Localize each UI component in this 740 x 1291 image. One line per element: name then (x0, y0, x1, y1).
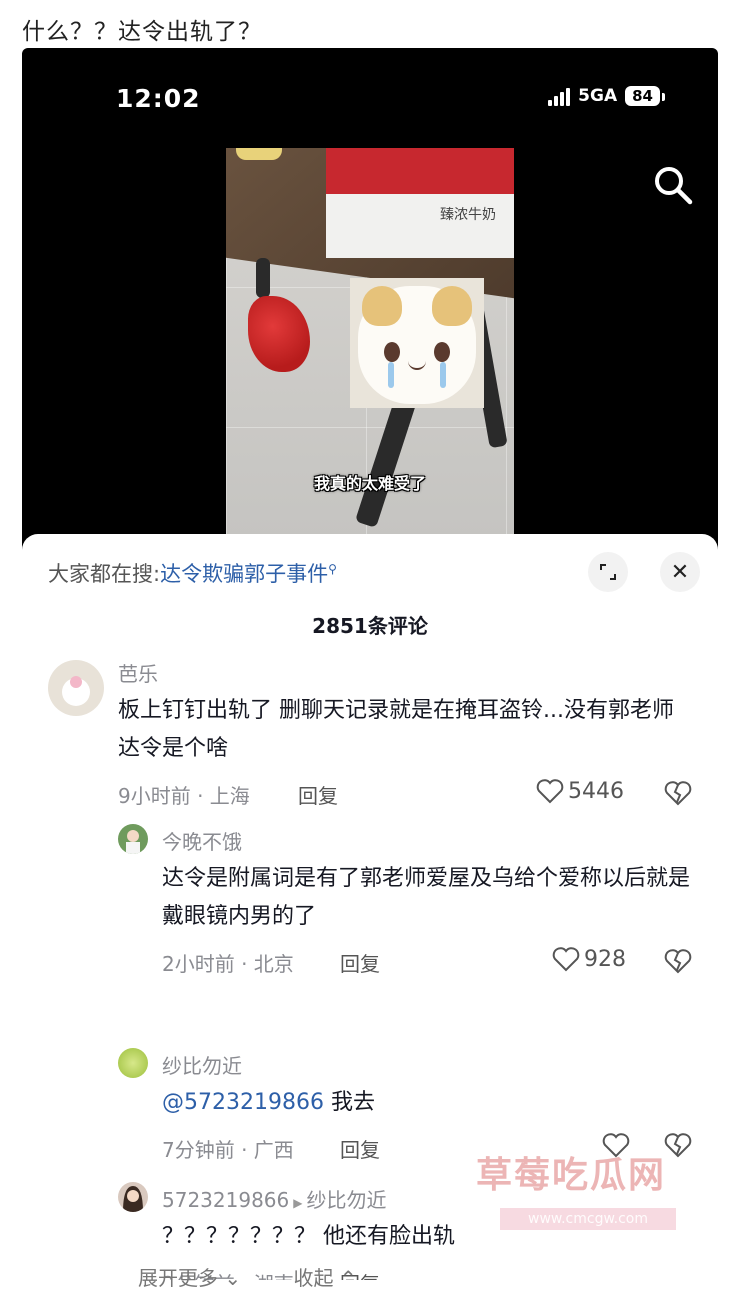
comment-count: 2851条评论 (312, 614, 428, 638)
avatar[interactable] (118, 1048, 148, 1078)
comment-meta: 2小时前 · 北京 (162, 952, 294, 976)
comment-username[interactable]: 芭乐 (118, 658, 158, 687)
reply-to-username[interactable]: 纱比勿近 (306, 1188, 386, 1212)
close-icon[interactable]: ✕ (660, 552, 700, 592)
mention-link[interactable]: @5723219866 (162, 1090, 324, 1115)
battery-icon: 84 (625, 86, 665, 106)
reply-arrow-icon: ▶ (293, 1196, 303, 1210)
dislike-icon[interactable] (664, 1132, 692, 1158)
status-indicators: 5GA 84 (548, 86, 665, 106)
comment-text: @5723219866 我去 (162, 1084, 692, 1122)
like-count: 5446 (568, 778, 624, 804)
watermark-url: www.cmcgw.com (500, 1208, 676, 1230)
comment-username: 5723219866 ▶ 纱比勿近 (162, 1184, 386, 1213)
comment-text: 板上钉钉出轨了 删聊天记录就是在掩耳盗铃...没有郭老师达令是个啥 (118, 698, 674, 761)
comment-username[interactable]: 今晚不饿 (162, 826, 242, 855)
video-frame[interactable]: 臻浓牛奶 我真的太难受了 (226, 148, 514, 538)
reply-username[interactable]: 5723219866 (162, 1188, 289, 1212)
heart-icon (536, 779, 564, 804)
comment-username[interactable]: 纱比勿近 (162, 1050, 242, 1079)
like-button[interactable]: 5446 (536, 778, 624, 804)
comment-text: 达令是附属词是有了郭老师爱屋及乌给个爱称以后就是戴眼镜内男的了 (162, 866, 691, 929)
signal-icon (548, 86, 571, 106)
watermark-logo: 草莓吃瓜网 (476, 1155, 667, 1196)
milk-brand: 臻浓牛奶 (440, 207, 496, 223)
avatar[interactable] (118, 1182, 148, 1212)
trending-keyword[interactable]: 达令欺骗郭子事件 (160, 562, 328, 586)
cup (236, 148, 282, 160)
chevron-down-icon: ⌄ (218, 1266, 248, 1290)
expand-collapse-row: 展开更多 ⌄ 收起 ⌃ (138, 1262, 357, 1291)
collapse-button[interactable]: 收起 (293, 1266, 333, 1290)
reply-button[interactable]: 回复 (298, 780, 338, 809)
expand-icon[interactable] (588, 552, 628, 592)
small-search-icon: ⚲ (328, 562, 337, 576)
comment-body: 我去 (323, 1090, 375, 1115)
avatar[interactable] (118, 824, 148, 854)
expand-more-button[interactable]: 展开更多 (138, 1266, 218, 1290)
trending-prefix: 大家都在搜: (48, 562, 161, 586)
comment-meta: 7分钟前 · 广西 (162, 1138, 294, 1162)
video-subtitle: 我真的太难受了 (313, 474, 426, 493)
heart-icon (552, 947, 580, 972)
network-type: 5GA (578, 86, 618, 106)
reply-button[interactable]: 回复 (340, 948, 380, 977)
comment-meta: 9小时前 · 上海 (118, 784, 250, 808)
like-count: 928 (584, 946, 626, 972)
dislike-icon[interactable] (664, 948, 692, 974)
reply-button[interactable]: 回复 (340, 1134, 380, 1163)
post-title: 什么？？达令出轨了？ (22, 19, 262, 45)
avatar[interactable] (48, 660, 104, 716)
phone-screenshot: 12:02 5GA 84 臻浓牛奶 我真的太难受了 大家都在搜:达令欺骗郭子事件… (22, 48, 718, 1280)
trending-search[interactable]: 大家都在搜:达令欺骗郭子事件⚲ (48, 558, 337, 588)
like-button[interactable]: 928 (552, 946, 626, 972)
chevron-up-icon: ⌃ (333, 1266, 357, 1290)
status-time: 12:02 (116, 84, 201, 113)
crying-cat-sticker (350, 278, 484, 408)
search-icon[interactable] (650, 162, 696, 208)
dislike-icon[interactable] (664, 780, 692, 806)
milk-box: 臻浓牛奶 (326, 148, 514, 258)
